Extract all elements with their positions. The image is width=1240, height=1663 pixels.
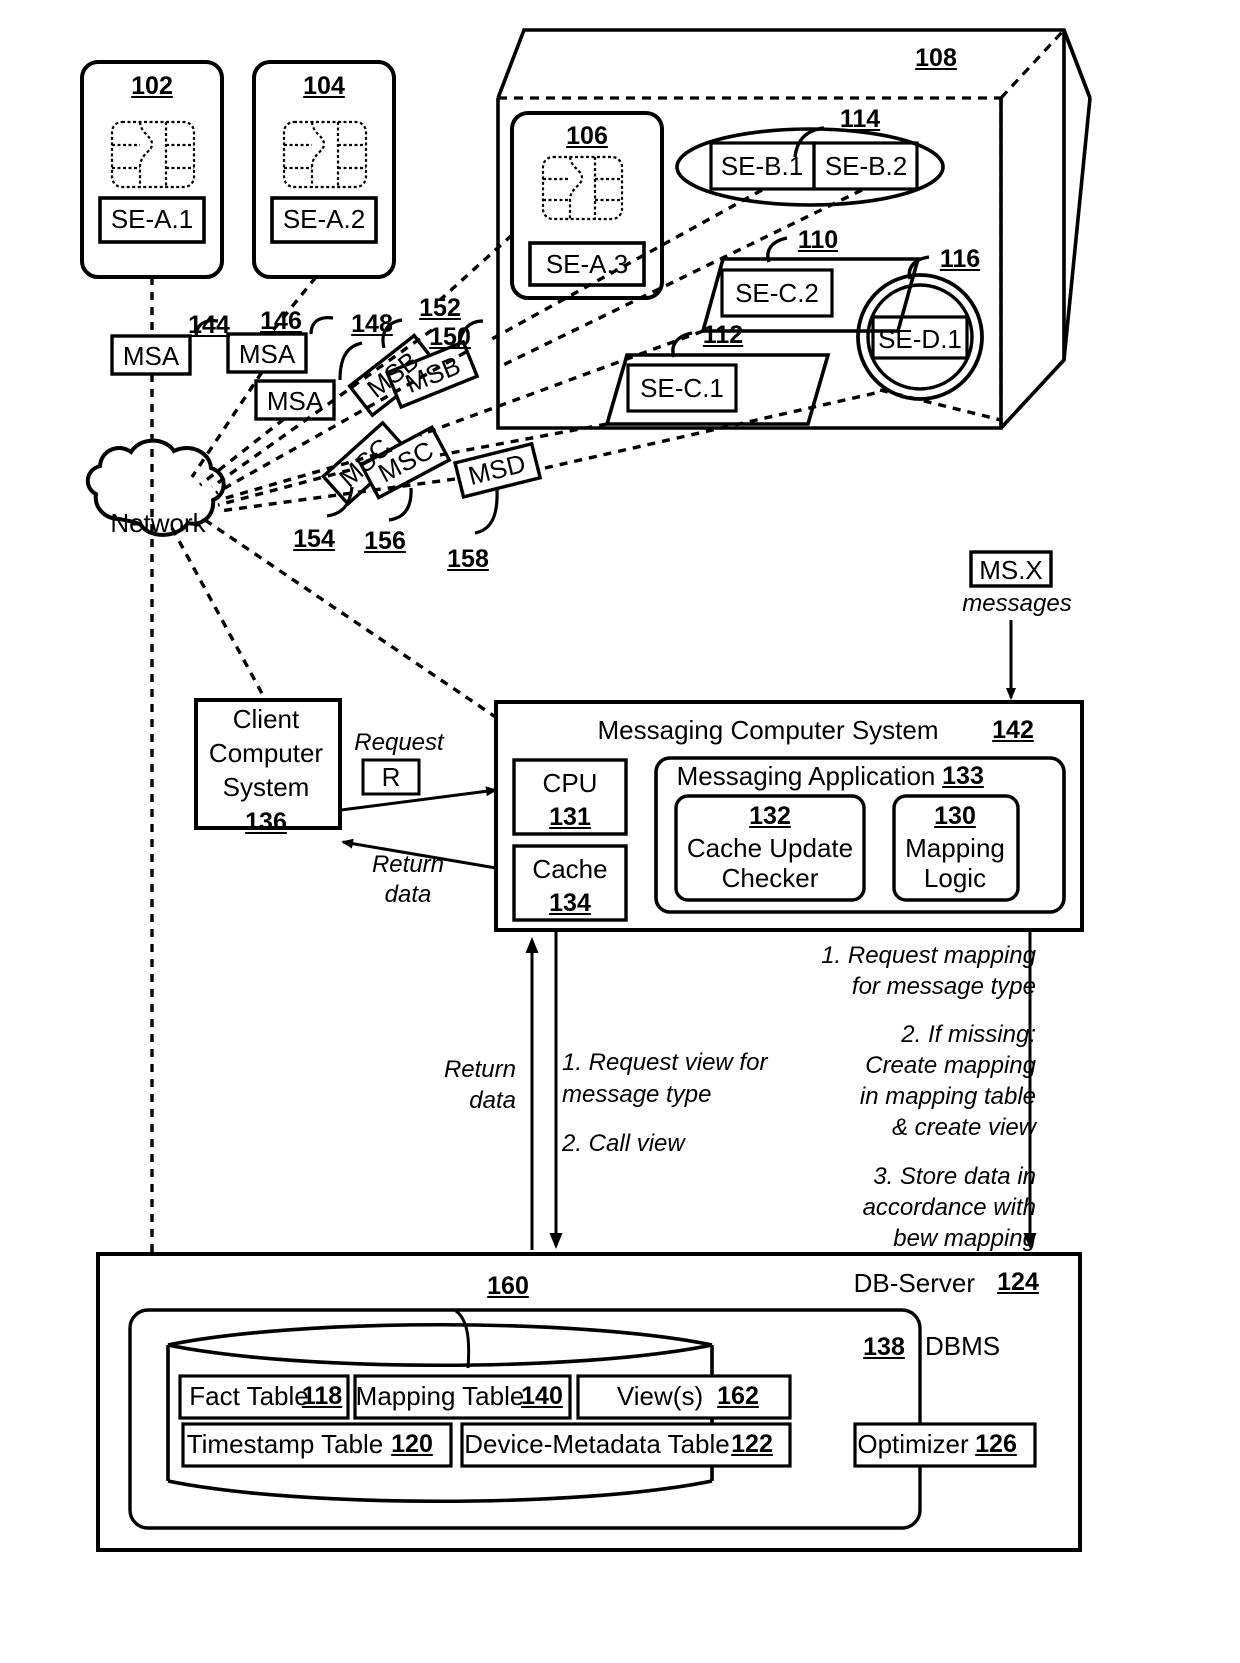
ref-140: 140 [521,1382,563,1410]
ref-156: 156 [364,527,406,555]
enclosure-108 [496,28,1092,430]
ref-131: 131 [549,803,591,831]
se-b-1-label: SE-B.1 [720,151,804,181]
ref-152: 152 [419,294,461,322]
client-line-2: Computer [208,738,324,768]
db-server-title: DB-Server [853,1268,975,1298]
ref-126: 126 [975,1430,1017,1458]
ref-134: 134 [549,889,591,917]
ref-136: 136 [245,808,287,836]
network-label: Network [110,508,206,538]
msx-caption: messages [962,590,1072,617]
views-name: View(s) [616,1381,704,1411]
ref-114: 114 [839,105,881,133]
request-arrow [340,758,498,812]
db-right-step3-line-2: accordance with [862,1194,1036,1221]
ref-124: 124 [997,1268,1039,1296]
ref-104: 104 [303,72,345,100]
client-line-1: Client [232,704,300,734]
se-b-2-label: SE-B.2 [824,151,908,181]
messaging-app-title: Messaging Application [676,761,936,791]
db-right-step2-line-3: in mapping table [859,1083,1036,1110]
ref-162: 162 [717,1382,759,1410]
mapping-logic-line-1: Mapping [905,833,1005,863]
db-step2: 2. Call view [562,1130,685,1157]
cache-update-line-2: Checker [721,863,819,893]
ref-130: 130 [934,802,976,830]
db-return-line-1: Return [443,1056,516,1083]
mapping-table-name: Mapping Table [355,1381,525,1411]
ref-110: 110 [797,226,839,254]
ref-154: 154 [293,525,335,553]
ref-118: 118 [301,1382,343,1410]
db-return-line-2: data [469,1087,516,1114]
ref-122: 122 [731,1430,773,1458]
db-right-step3-line-3: bew mapping [893,1225,1036,1252]
return-line-1: Return [371,851,445,878]
mcs-title: Messaging Computer System [597,715,939,745]
ref-116: 116 [939,245,981,273]
mapping-logic-line-2: Logic [923,863,987,893]
se-a-2-label: SE-A.2 [282,204,366,234]
se-c-1-label: SE-C.1 [640,373,724,403]
ref-148: 148 [351,310,393,338]
return-line-2: data [384,881,432,908]
ref-106: 106 [566,122,608,150]
db-right-step3-line-1: 3. Store data in [873,1163,1036,1190]
request-caption: Request [354,729,444,756]
ref-120: 120 [391,1430,433,1458]
ref-144: 144 [188,311,230,339]
ref-150: 150 [429,323,471,351]
ref-146: 146 [260,307,302,335]
ref-158: 158 [447,545,489,573]
device-metadata-table-name: Device-Metadata Table [464,1429,730,1459]
ref-133: 133 [942,762,984,790]
se-d-1-label: SE-D.1 [878,324,962,354]
db-right-step1-line-1: 1. Request mapping [821,942,1036,969]
cpu-label: CPU [542,768,598,798]
patent-figure-canvas: 102 SE-A.1 104 SE-A.2 106 SE-A.3 108 114… [0,0,1240,1663]
db-right-step1-line-2: for message type [851,973,1036,1000]
msg-144-label: MSA [122,341,180,371]
timestamp-table-name: Timestamp Table [186,1429,384,1459]
ref-102: 102 [131,72,173,100]
fact-table-name: Fact Table [189,1381,309,1411]
ref-160: 160 [487,1272,529,1300]
se-c-2-label: SE-C.2 [735,278,819,308]
db-right-step2-line-1: 2. If missing: [901,1021,1036,1048]
db-right-step2-line-4: & create view [891,1114,1036,1141]
optimizer-name: Optimizer [857,1429,969,1459]
msg-146-label: MSA [238,339,296,369]
ref-112: 112 [702,321,744,349]
ref-132: 132 [749,802,791,830]
msx-box-label: MS.X [979,555,1043,585]
ref-108: 108 [915,44,957,72]
db-right-step2-line-2: Create mapping [865,1052,1036,1079]
ref-142: 142 [992,716,1034,744]
cache-label: Cache [532,854,608,884]
client-line-3: System [222,772,310,802]
ref-138: 138 [863,1333,905,1361]
se-a-1-label: SE-A.1 [110,204,194,234]
db-step1-line-2: message type [562,1081,712,1108]
db-step1-line-1: 1. Request view for [562,1049,768,1076]
cache-update-line-1: Cache Update [686,833,854,863]
dbms-label: DBMS [925,1331,1001,1361]
request-box-label: R [381,762,401,792]
se-a-3-label: SE-A.3 [545,249,629,279]
msg-148-label: MSA [266,386,324,416]
